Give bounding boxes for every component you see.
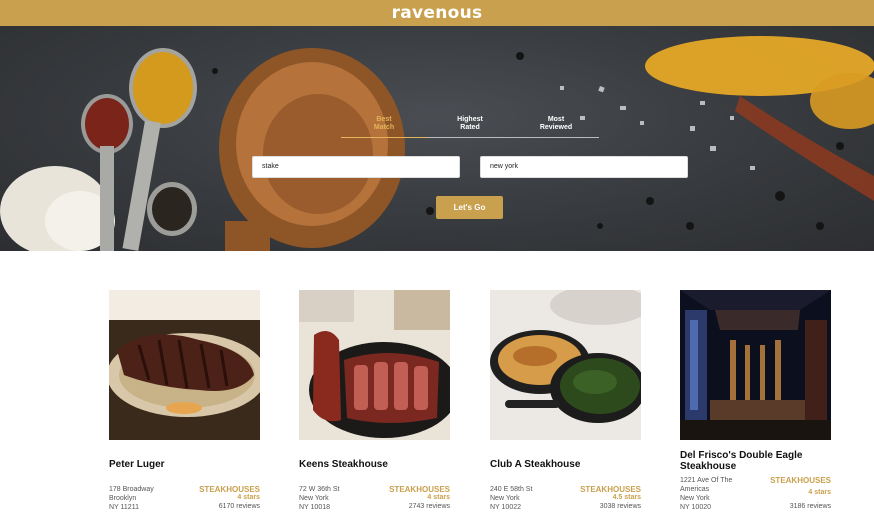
sort-option-label: Best xyxy=(376,116,392,123)
sort-option-label: Match xyxy=(373,124,395,131)
business-name: Club A Steakhouse xyxy=(490,459,581,470)
business-city: New York xyxy=(680,495,710,502)
search-hero: Best Match Highest Rated Most Reviewed s… xyxy=(0,26,874,251)
business-review-count: 3186 reviews xyxy=(789,503,831,510)
business-name: Keens Steakhouse xyxy=(299,459,388,470)
business-rating: 4 stars xyxy=(427,494,450,501)
sort-option-label: Rated xyxy=(460,124,480,131)
search-location-input[interactable]: new york xyxy=(480,156,688,178)
business-review-count: 2743 reviews xyxy=(408,503,450,510)
business-address: 178 Broadway xyxy=(109,486,154,493)
sort-option-label: Most xyxy=(547,116,565,123)
business-category: STEAKHOUSES xyxy=(770,476,831,485)
business-card[interactable]: Club A Steakhouse 240 E 58th St New York… xyxy=(490,290,641,511)
business-photo xyxy=(490,290,641,440)
business-card[interactable]: Del Frisco's Double Eagle Steakhouse 122… xyxy=(680,290,831,511)
app-logo: ravenous xyxy=(391,3,483,23)
business-category: STEAKHOUSES xyxy=(199,485,260,494)
business-card[interactable]: Peter Luger 178 Broadway Brooklyn NY 112… xyxy=(109,290,260,511)
business-photo xyxy=(299,290,450,440)
business-state-zip: NY 10020 xyxy=(680,504,712,511)
business-rating: 4 stars xyxy=(237,494,260,501)
business-category: STEAKHOUSES xyxy=(389,485,450,494)
business-address: 1221 Ave Of The Americas xyxy=(680,477,733,493)
business-review-count: 3038 reviews xyxy=(599,503,641,510)
sort-option-highest-rated[interactable]: Highest Rated xyxy=(427,116,513,137)
business-name: Peter Luger xyxy=(109,459,165,470)
business-state-zip: NY 11211 xyxy=(109,504,139,511)
sort-option-best-match[interactable]: Best Match xyxy=(341,116,427,138)
lets-go-button[interactable]: Let's Go xyxy=(436,196,503,219)
business-address: 240 E 58th St xyxy=(490,486,533,493)
business-photo xyxy=(680,290,831,440)
business-card[interactable]: Keens Steakhouse 72 W 36th St New York N… xyxy=(299,290,450,511)
sort-option-most-reviewed[interactable]: Most Reviewed xyxy=(513,116,599,137)
business-address: 72 W 36th St xyxy=(299,486,340,493)
search-term-input[interactable]: stake xyxy=(252,156,460,178)
business-rating: 4.5 stars xyxy=(612,494,641,501)
business-state-zip: NY 10022 xyxy=(490,504,522,511)
business-city: New York xyxy=(299,495,329,502)
business-city: New York xyxy=(490,495,520,502)
sort-option-label: Reviewed xyxy=(539,124,573,131)
top-bar: ravenous xyxy=(0,0,874,26)
business-state-zip: NY 10018 xyxy=(299,504,331,511)
business-name: Del Frisco's Double Eagle Steakhouse xyxy=(680,450,803,472)
business-category: STEAKHOUSES xyxy=(580,485,641,494)
business-rating: 4 stars xyxy=(808,489,831,496)
business-photo xyxy=(109,290,260,440)
sort-options: Best Match Highest Rated Most Reviewed xyxy=(341,116,599,138)
business-review-count: 6170 reviews xyxy=(218,503,260,510)
business-city: Brooklyn xyxy=(109,495,137,502)
sort-option-label: Highest xyxy=(457,116,483,123)
